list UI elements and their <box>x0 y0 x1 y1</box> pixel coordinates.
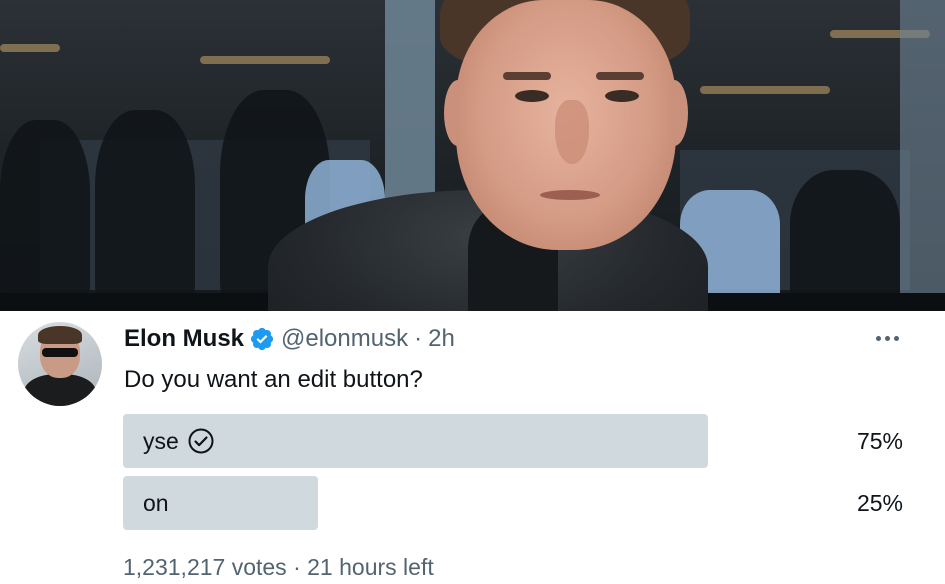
ceiling-light <box>0 44 60 52</box>
poll-option-label-wrap: yse <box>143 414 215 468</box>
poll-time-left: 21 hours left <box>307 554 434 580</box>
tweet-header: Elon Musk @elonmusk · 2h <box>124 325 455 353</box>
mouth <box>540 190 600 200</box>
poll-option-label-wrap: on <box>143 476 169 530</box>
tweet-card[interactable]: Elon Musk @elonmusk · 2h Do you want an … <box>0 311 945 584</box>
pillar <box>900 0 945 311</box>
ceiling-light <box>200 56 330 64</box>
crowd-figure <box>95 110 195 300</box>
poll-option-label: on <box>143 489 169 516</box>
ceiling-light <box>700 86 830 94</box>
poll-option-percent: 25% <box>856 489 903 516</box>
poll-footer-separator: · <box>293 554 301 580</box>
avatar[interactable] <box>18 322 102 406</box>
poll-vote-count: 1,231,217 votes <box>123 554 287 580</box>
sunglasses <box>42 348 78 357</box>
header-separator: · <box>414 325 423 352</box>
check-circle-icon <box>187 427 215 455</box>
eye <box>605 90 639 102</box>
crowd-figure <box>0 120 90 300</box>
eyebrow <box>596 72 644 80</box>
author-handle[interactable]: @elonmusk <box>281 325 408 353</box>
tweet-photo[interactable] <box>0 0 945 311</box>
poll-option[interactable]: yse 75% <box>123 414 913 468</box>
tweet-timestamp[interactable]: 2h <box>428 325 455 353</box>
eye <box>515 90 549 102</box>
eyebrow <box>503 72 551 80</box>
poll-option[interactable]: on 25% <box>123 476 913 530</box>
poll-option-percent: 75% <box>856 427 903 454</box>
tweet-text: Do you want an edit button? <box>124 366 423 393</box>
crowd-figure <box>790 170 900 305</box>
poll-footer: 1,231,217 votes · 21 hours left <box>123 554 434 581</box>
author-name[interactable]: Elon Musk <box>124 325 244 353</box>
nose <box>555 100 589 164</box>
verified-badge-icon <box>249 326 275 352</box>
more-options-icon[interactable] <box>870 327 904 349</box>
poll-option-label: yse <box>143 427 179 454</box>
